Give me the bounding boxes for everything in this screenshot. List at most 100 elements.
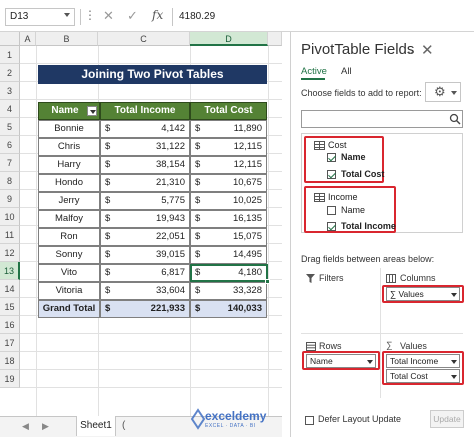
cell-cost[interactable]: $10,675 xyxy=(190,174,267,192)
row-header-17[interactable]: 17 xyxy=(0,334,20,352)
more-options-icon[interactable]: ⋮ xyxy=(84,8,96,22)
row-header-14[interactable]: 14 xyxy=(0,280,20,298)
values-total-cost-chip[interactable]: Total Cost xyxy=(386,369,460,383)
row-header-7[interactable]: 7 xyxy=(0,154,20,172)
cell-name[interactable]: Vitoria xyxy=(38,282,100,300)
row-header-16[interactable]: 16 xyxy=(0,316,20,334)
row-header-10[interactable]: 10 xyxy=(0,208,20,226)
row-header-13[interactable]: 13 xyxy=(0,262,20,280)
more-tabs[interactable]: ( xyxy=(122,420,125,431)
row-header-2[interactable]: 2 xyxy=(0,64,20,82)
cell-name[interactable]: Ron xyxy=(38,228,100,246)
cell-income[interactable]: $19,943 xyxy=(100,210,190,228)
cell-cost[interactable]: $10,025 xyxy=(190,192,267,210)
tools-button[interactable]: ⚙ xyxy=(425,82,461,102)
cell-income[interactable]: $39,015 xyxy=(100,246,190,264)
cell-income[interactable]: $21,310 xyxy=(100,174,190,192)
cell-name[interactable]: Harry xyxy=(38,156,100,174)
sheet-tab-sheet1[interactable]: Sheet1 xyxy=(76,416,116,436)
row-header-5[interactable]: 5 xyxy=(0,118,20,136)
cell-name[interactable]: Vito xyxy=(38,264,100,282)
columns-values-chip[interactable]: ∑ Values xyxy=(386,287,460,301)
row-header-3[interactable]: 3 xyxy=(0,82,20,100)
cell-income[interactable]: $221,933 xyxy=(100,300,190,318)
row-header-11[interactable]: 11 xyxy=(0,226,20,244)
currency-symbol: $ xyxy=(195,159,201,170)
column-header-e[interactable] xyxy=(268,32,282,46)
column-header-d[interactable]: D xyxy=(190,32,268,46)
cell-income[interactable]: $31,122 xyxy=(100,138,190,156)
chevron-down-icon[interactable]: ⌄ xyxy=(406,44,415,57)
checkbox-income-total-income[interactable] xyxy=(327,222,336,231)
tab-all[interactable]: All xyxy=(341,66,352,77)
cell-income[interactable]: $33,604 xyxy=(100,282,190,300)
formula-input[interactable]: 4180.29 xyxy=(172,8,472,26)
chip-dropdown-icon[interactable] xyxy=(451,360,457,364)
scroll-right-icon[interactable]: ▶ xyxy=(42,421,49,432)
fill-handle[interactable] xyxy=(265,279,270,284)
cell-cost[interactable]: $12,115 xyxy=(190,156,267,174)
currency-symbol: $ xyxy=(105,195,111,206)
cancel-icon[interactable]: ✕ xyxy=(103,8,114,24)
cell-cost[interactable]: $15,075 xyxy=(190,228,267,246)
gridline-row xyxy=(20,63,282,64)
row-header-18[interactable]: 18 xyxy=(0,352,20,370)
cell-cost[interactable]: $140,033 xyxy=(190,300,267,318)
chip-dropdown-icon[interactable] xyxy=(451,375,457,379)
filter-dropdown-icon[interactable] xyxy=(87,106,97,116)
insert-function-icon[interactable]: fx xyxy=(152,8,163,22)
row-header-8[interactable]: 8 xyxy=(0,172,20,190)
select-all-corner[interactable] xyxy=(0,32,20,46)
row-header-15[interactable]: 15 xyxy=(0,298,20,316)
row-header-6[interactable]: 6 xyxy=(0,136,20,154)
cell-name[interactable]: Grand Total xyxy=(38,300,100,318)
cell-income[interactable]: $5,775 xyxy=(100,192,190,210)
chip-dropdown-icon[interactable] xyxy=(451,293,457,297)
row-header-9[interactable]: 9 xyxy=(0,190,20,208)
close-icon[interactable]: ✕ xyxy=(421,41,434,59)
cell-name[interactable]: Chris xyxy=(38,138,100,156)
cell-cost[interactable]: $33,328 xyxy=(190,282,267,300)
chip-dropdown-icon[interactable] xyxy=(367,360,373,364)
active-cell-d13[interactable] xyxy=(190,264,268,282)
checkbox-income-name[interactable] xyxy=(327,206,336,215)
field-search-input[interactable] xyxy=(301,110,463,128)
enter-icon[interactable]: ✓ xyxy=(127,8,138,24)
name-box[interactable]: D13 xyxy=(5,8,75,26)
column-header-c[interactable]: C xyxy=(98,32,190,46)
rows-name-chip[interactable]: Name xyxy=(306,354,376,368)
update-button[interactable]: Update xyxy=(430,410,464,428)
cell-value: 15,075 xyxy=(232,231,262,242)
cell-name[interactable]: Hondo xyxy=(38,174,100,192)
name-box-dropdown-icon[interactable] xyxy=(64,13,70,17)
gridline-row xyxy=(20,333,282,334)
cell-income[interactable]: $38,154 xyxy=(100,156,190,174)
cell-income[interactable]: $4,142 xyxy=(100,120,190,138)
cell-cost[interactable]: $16,135 xyxy=(190,210,267,228)
column-header-a[interactable]: A xyxy=(20,32,36,46)
defer-layout-checkbox[interactable] xyxy=(305,416,314,425)
checkbox-cost-name[interactable] xyxy=(327,153,336,162)
tab-active[interactable]: Active xyxy=(301,66,327,77)
row-header-12[interactable]: 12 xyxy=(0,244,20,262)
row-header-1[interactable]: 1 xyxy=(0,46,20,64)
cell-cost[interactable]: $11,890 xyxy=(190,120,267,138)
currency-symbol: $ xyxy=(105,177,111,188)
row-header-19[interactable]: 19 xyxy=(0,370,20,388)
field-label-cost-name: Name xyxy=(341,152,366,162)
cell-cost[interactable]: $12,115 xyxy=(190,138,267,156)
checkbox-cost-total-cost[interactable] xyxy=(327,170,336,179)
cell-name[interactable]: Jerry xyxy=(38,192,100,210)
cell-name[interactable]: Malfoy xyxy=(38,210,100,228)
currency-symbol: $ xyxy=(105,159,111,170)
scroll-left-icon[interactable]: ◀ xyxy=(22,421,29,432)
cell-value: 19,943 xyxy=(155,213,185,224)
values-total-income-chip[interactable]: Total Income xyxy=(386,354,460,368)
row-header-4[interactable]: 4 xyxy=(0,100,20,118)
cell-income[interactable]: $6,817 xyxy=(100,264,190,282)
column-header-b[interactable]: B xyxy=(36,32,98,46)
cell-name[interactable]: Sonny xyxy=(38,246,100,264)
cell-name[interactable]: Bonnie xyxy=(38,120,100,138)
cell-cost[interactable]: $14,495 xyxy=(190,246,267,264)
cell-income[interactable]: $22,051 xyxy=(100,228,190,246)
